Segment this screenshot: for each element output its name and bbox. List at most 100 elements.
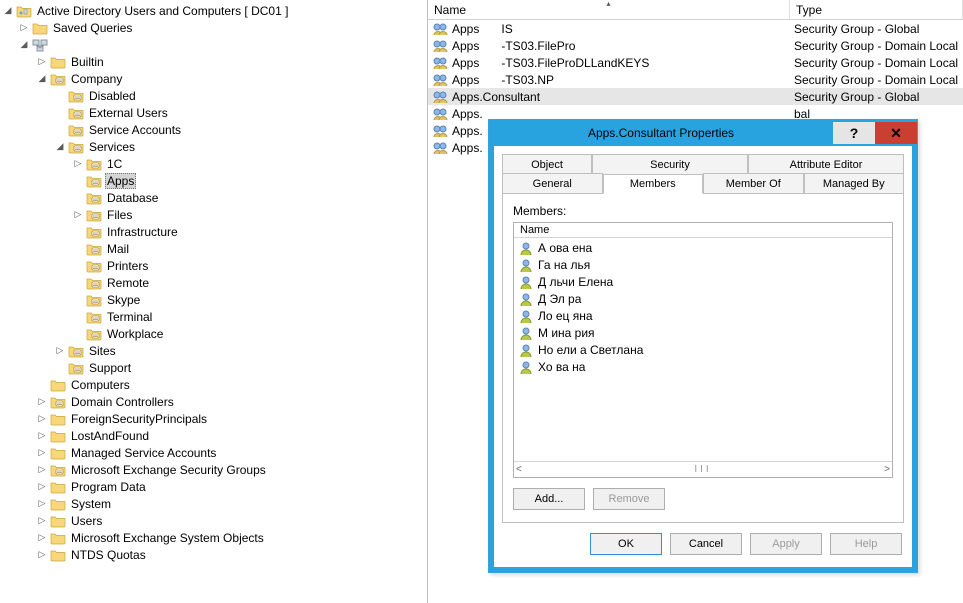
tree-services[interactable]: ◢Services — [0, 138, 427, 155]
tree-company[interactable]: ◢ Company — [0, 70, 427, 87]
dialog-titlebar[interactable]: Apps.Consultant Properties ? ✕ — [489, 120, 917, 146]
folder-icon — [32, 21, 48, 35]
list-row[interactable]: Apps-TS03.FileProSecurity Group - Domain… — [428, 37, 963, 54]
tab-object[interactable]: Object — [502, 154, 592, 174]
scroll-thumb[interactable]: III — [623, 464, 783, 475]
tree-sites[interactable]: ▷Sites — [0, 342, 427, 359]
member-row[interactable]: А ова ена — [514, 239, 892, 256]
tree-mail[interactable]: Mail — [0, 240, 427, 257]
expand-icon[interactable]: ▷ — [36, 413, 48, 425]
dialog-help-button[interactable]: ? — [833, 122, 875, 144]
collapse-icon[interactable]: ◢ — [36, 73, 48, 85]
tree-database[interactable]: Database — [0, 189, 427, 206]
list-header[interactable]: Name ▴ Type — [428, 0, 963, 20]
members-list[interactable]: А ова енаГа на льяД льчи ЕленаД Эл раЛо … — [514, 238, 892, 461]
tree-computers[interactable]: Computers — [0, 376, 427, 393]
member-row[interactable]: Но ели а Светлана — [514, 341, 892, 358]
list-row[interactable]: Apps-TS03.NPSecurity Group - Domain Loca… — [428, 71, 963, 88]
tree-domain[interactable]: ◢ — [0, 36, 427, 53]
tree-lostandfound[interactable]: ▷LostAndFound — [0, 427, 427, 444]
expand-icon[interactable]: ▷ — [36, 515, 48, 527]
help-button[interactable]: Help — [830, 533, 902, 555]
expand-icon[interactable]: ▷ — [36, 464, 48, 476]
tree-external-users[interactable]: External Users — [0, 104, 427, 121]
tree-workplace[interactable]: Workplace — [0, 325, 427, 342]
tree-infrastructure[interactable]: Infrastructure — [0, 223, 427, 240]
expand-icon[interactable]: ▷ — [36, 447, 48, 459]
apply-button[interactable]: Apply — [750, 533, 822, 555]
list-row[interactable]: Apps.ConsultantSecurity Group - Global — [428, 88, 963, 105]
collapse-icon[interactable]: ◢ — [54, 141, 66, 153]
expand-icon[interactable]: ▷ — [36, 481, 48, 493]
members-buttons: Add... Remove — [513, 488, 893, 510]
members-listbox[interactable]: Name А ова енаГа на льяД льчи ЕленаД Эл … — [513, 222, 893, 478]
tree-builtin[interactable]: ▷ Builtin — [0, 53, 427, 70]
cancel-button[interactable]: Cancel — [670, 533, 742, 555]
tree-root-label: Active Directory Users and Computers [ D… — [35, 3, 290, 19]
members-label: Members: — [513, 204, 893, 218]
tree-system[interactable]: ▷System — [0, 495, 427, 512]
expand-icon[interactable]: ▷ — [72, 158, 84, 170]
scroll-left-icon[interactable]: < — [516, 464, 522, 475]
tree-apps[interactable]: Apps — [0, 172, 427, 189]
expand-icon[interactable]: ▷ — [36, 532, 48, 544]
collapse-icon[interactable]: ◢ — [18, 39, 30, 51]
list-row[interactable]: Apps-TS03.FileProDLLandKEYSSecurity Grou… — [428, 54, 963, 71]
member-row[interactable]: Хо ва на — [514, 358, 892, 375]
tree-domain-controllers[interactable]: ▷Domain Controllers — [0, 393, 427, 410]
expand-icon[interactable]: ▷ — [72, 209, 84, 221]
tab-general[interactable]: General — [502, 173, 603, 193]
tree-printers[interactable]: Printers — [0, 257, 427, 274]
tree-root[interactable]: ◢ Active Directory Users and Computers [… — [0, 2, 427, 19]
tree-fsp[interactable]: ▷ForeignSecurityPrincipals — [0, 410, 427, 427]
scroll-right-icon[interactable]: > — [884, 464, 890, 475]
tree-meso[interactable]: ▷Microsoft Exchange System Objects — [0, 529, 427, 546]
dialog-close-button[interactable]: ✕ — [875, 122, 917, 144]
add-button[interactable]: Add... — [513, 488, 585, 510]
list-row[interactable]: AppsISSecurity Group - Global — [428, 20, 963, 37]
tab-attribute-editor[interactable]: Attribute Editor — [748, 154, 904, 174]
expand-icon[interactable]: ▷ — [36, 396, 48, 408]
col-name[interactable]: Name ▴ — [428, 0, 790, 19]
member-row[interactable]: Ло ец яна — [514, 307, 892, 324]
expand-icon[interactable]: ▷ — [36, 498, 48, 510]
tree-service-accounts[interactable]: Service Accounts — [0, 121, 427, 138]
tree-skype[interactable]: Skype — [0, 291, 427, 308]
tree-program-data[interactable]: ▷Program Data — [0, 478, 427, 495]
tab-members[interactable]: Members — [603, 174, 704, 194]
tree-msa[interactable]: ▷Managed Service Accounts — [0, 444, 427, 461]
tree-terminal[interactable]: Terminal — [0, 308, 427, 325]
member-row[interactable]: Д Эл ра — [514, 290, 892, 307]
tree-ntds[interactable]: ▷NTDS Quotas — [0, 546, 427, 563]
col-type[interactable]: Type — [790, 0, 963, 19]
expand-icon[interactable]: ▷ — [36, 430, 48, 442]
tab-member-of[interactable]: Member Of — [703, 173, 804, 193]
members-col-name[interactable]: Name — [514, 223, 892, 238]
tree-mesg[interactable]: ▷Microsoft Exchange Security Groups — [0, 461, 427, 478]
ou-icon — [86, 259, 102, 273]
tree-remote[interactable]: Remote — [0, 274, 427, 291]
member-row[interactable]: Д льчи Елена — [514, 273, 892, 290]
collapse-icon[interactable]: ◢ — [2, 5, 14, 17]
label: Member Of — [726, 178, 781, 190]
tree-disabled[interactable]: Disabled — [0, 87, 427, 104]
h-scrollbar[interactable]: < III > — [514, 461, 892, 477]
row-suffix: -TS03.NP — [501, 73, 554, 87]
ok-button[interactable]: OK — [590, 533, 662, 555]
tab-security[interactable]: Security — [592, 154, 748, 174]
tree-users[interactable]: ▷Users — [0, 512, 427, 529]
tree-files[interactable]: ▷Files — [0, 206, 427, 223]
tree-saved-queries[interactable]: ▷ Saved Queries — [0, 19, 427, 36]
expand-icon[interactable]: ▷ — [36, 549, 48, 561]
expand-icon[interactable]: ▷ — [54, 345, 66, 357]
tree-support[interactable]: Support — [0, 359, 427, 376]
remove-button[interactable]: Remove — [593, 488, 665, 510]
expand-icon[interactable]: ▷ — [36, 56, 48, 68]
member-row[interactable]: М ина рия — [514, 324, 892, 341]
expand-icon[interactable]: ▷ — [18, 22, 30, 34]
tree-1c[interactable]: ▷1C — [0, 155, 427, 172]
label: Infrastructure — [105, 224, 180, 240]
tree[interactable]: ◢ Active Directory Users and Computers [… — [0, 2, 427, 563]
member-row[interactable]: Га на лья — [514, 256, 892, 273]
tab-managed-by[interactable]: Managed By — [804, 173, 905, 193]
